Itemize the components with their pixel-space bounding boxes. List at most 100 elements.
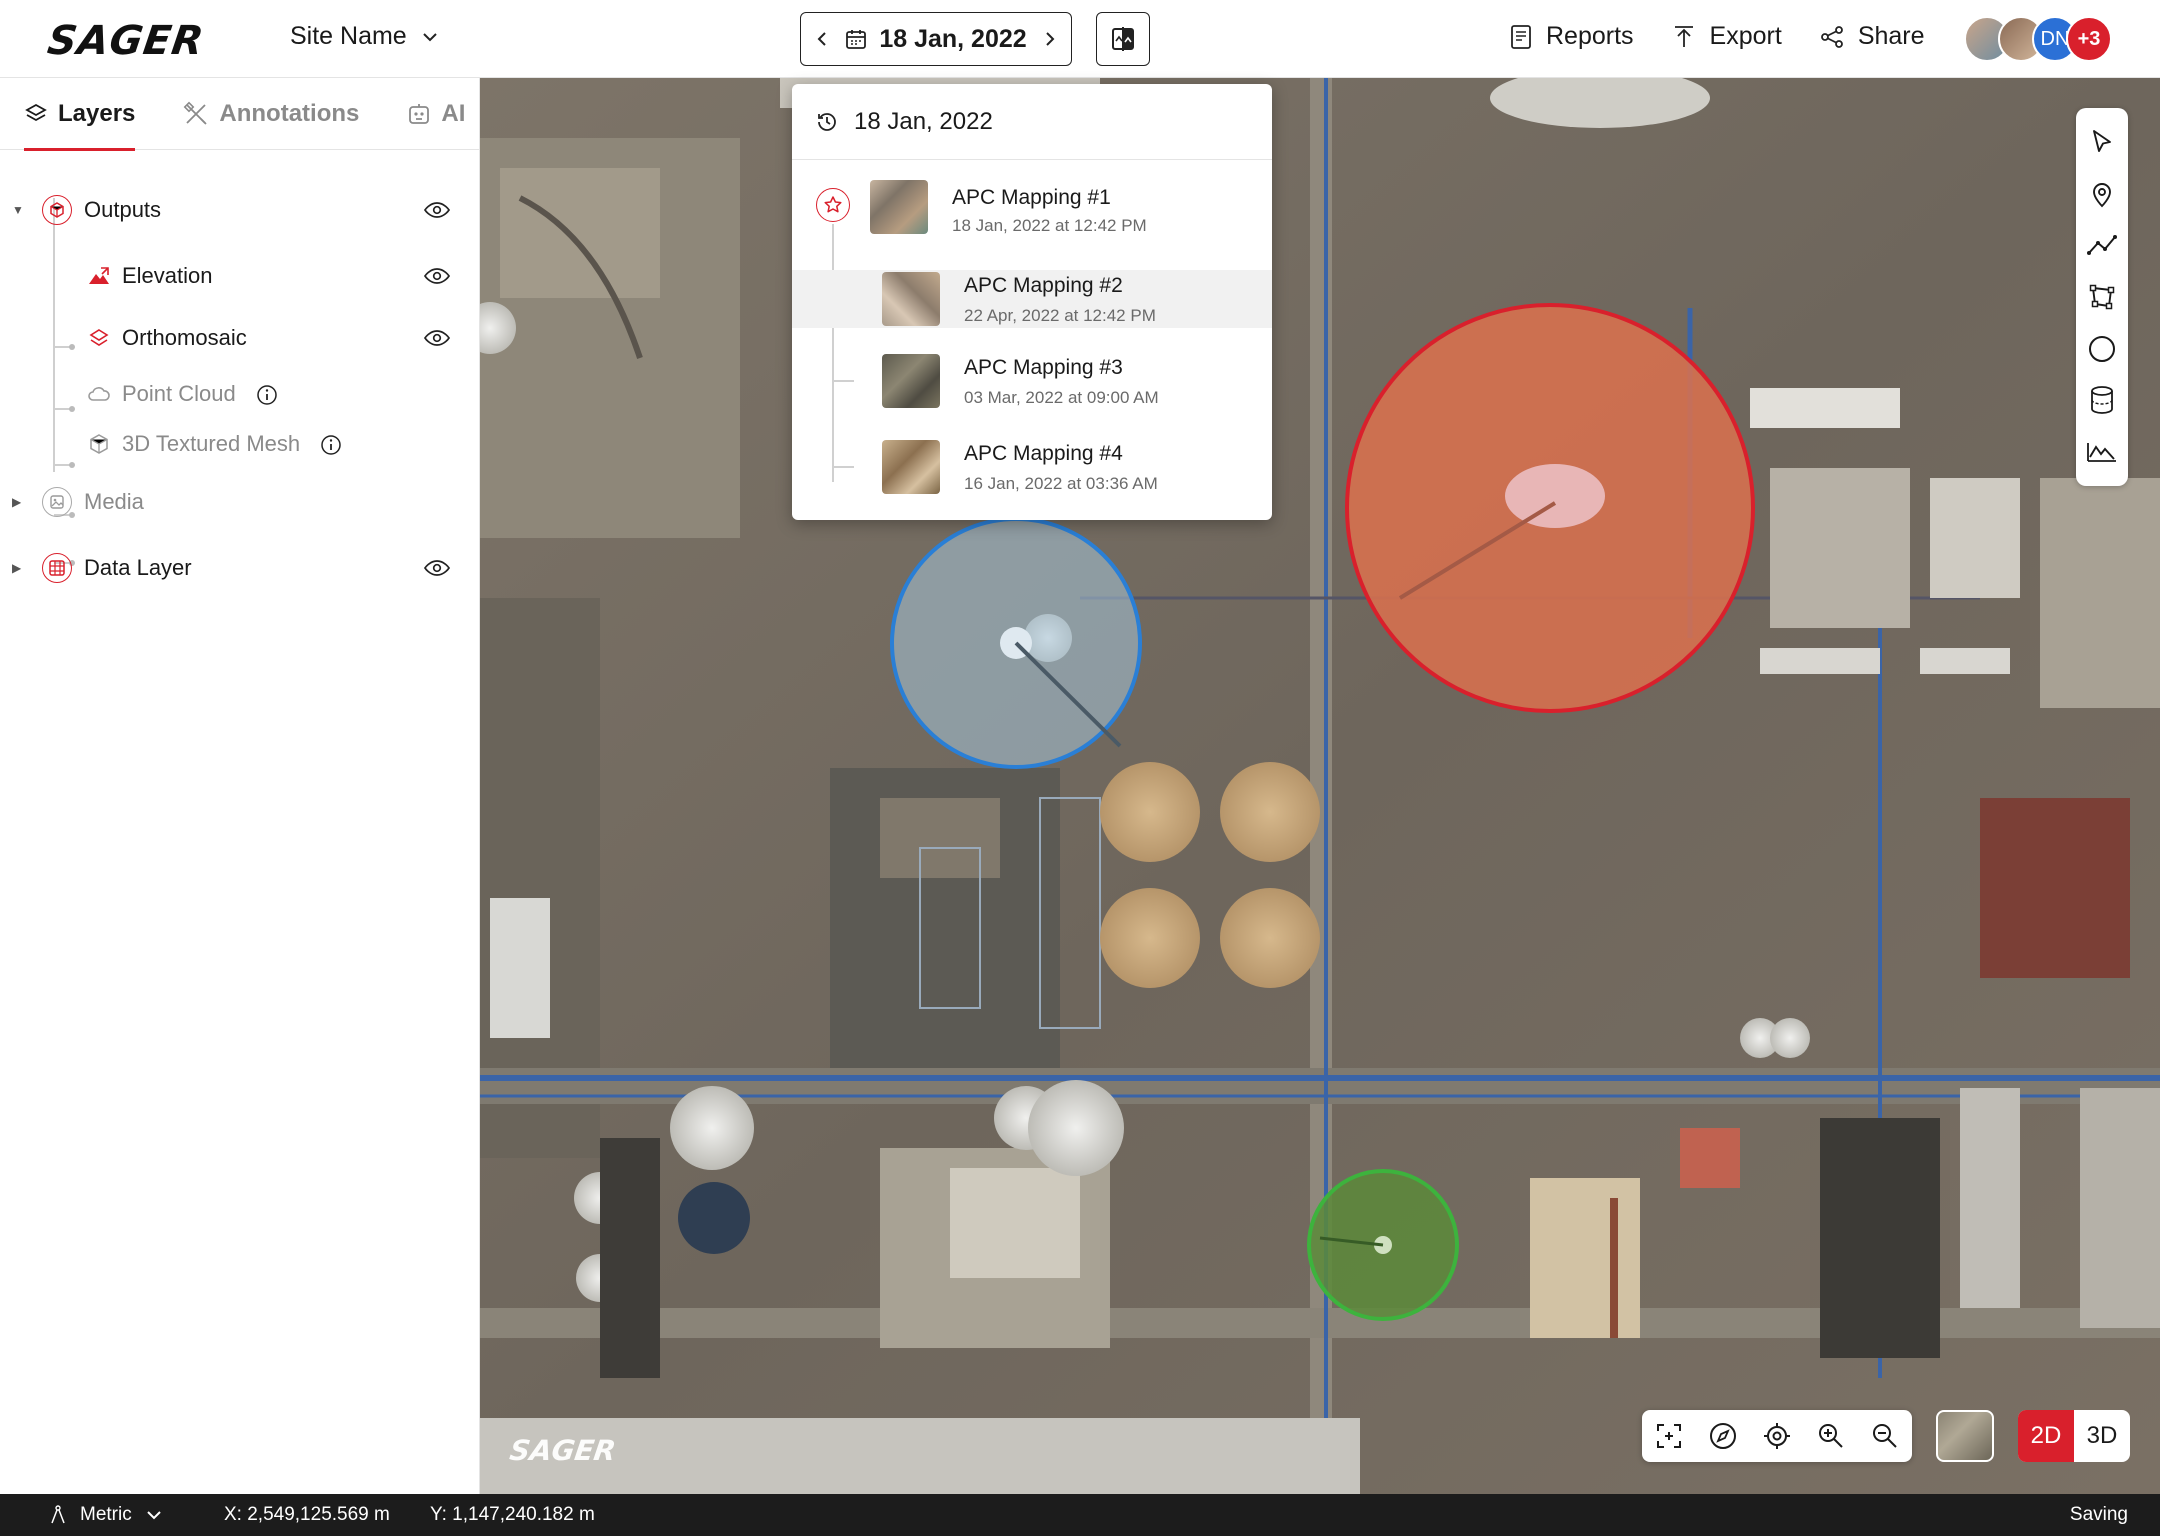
sager-logo[interactable]: SAGER	[45, 18, 207, 64]
eye-icon[interactable]	[424, 201, 450, 219]
annotations-icon	[184, 101, 208, 125]
mapping-item[interactable]: APC Mapping #1 18 Jan, 2022 at 12:42 PM	[792, 180, 1272, 238]
volume-tool[interactable]	[2084, 382, 2120, 418]
tab-annotations[interactable]: Annotations	[183, 78, 359, 150]
zoom-in-button[interactable]	[1813, 1418, 1849, 1454]
layer-point-cloud[interactable]: Point Cloud	[0, 372, 480, 416]
ai-icon	[409, 103, 430, 124]
point-cloud-icon	[86, 381, 112, 407]
mapping-title: APC Mapping #2	[964, 274, 1123, 297]
pin-icon	[2093, 182, 2111, 207]
annotation-circle-green[interactable]	[1307, 1169, 1459, 1321]
layer-label: Media	[84, 489, 144, 514]
mapping-title: APC Mapping #4	[964, 442, 1123, 465]
chevron-right-icon[interactable]	[1043, 30, 1057, 48]
view-2d-button[interactable]: 2D	[2018, 1410, 2074, 1462]
reports-button[interactable]: Reports	[1510, 22, 1634, 51]
layer-label: Outputs	[84, 197, 162, 222]
info-icon[interactable]	[256, 384, 278, 406]
mapping-title: APC Mapping #3	[964, 356, 1123, 379]
export-button[interactable]: Export	[1672, 22, 1782, 51]
mapping-item[interactable]: APC Mapping #3 03 Mar, 2022 at 09:00 AM	[792, 352, 1272, 410]
compare-button[interactable]	[1096, 12, 1150, 66]
compass-icon	[1710, 1423, 1736, 1449]
outputs-icon	[42, 195, 72, 225]
zoom-out-button[interactable]	[1867, 1418, 1903, 1454]
map-watermark-logo: SAGER	[507, 1434, 618, 1467]
top-bar: SAGER Site Name 18 Jan, 2022 Reports Exp…	[0, 0, 2160, 78]
annotation-circle-blue[interactable]	[890, 517, 1142, 769]
zoom-out-icon	[1873, 1424, 1897, 1448]
circle-tool[interactable]	[2084, 331, 2120, 367]
select-icon	[2093, 129, 2111, 152]
layer-group-data-layer[interactable]: ▶ Data Layer	[0, 546, 480, 590]
profile-tool[interactable]	[2084, 434, 2120, 470]
fit-extent-icon	[1657, 1424, 1681, 1448]
share-icon	[1820, 25, 1843, 48]
layer-textured-mesh[interactable]: 3D Textured Mesh	[0, 422, 480, 466]
tab-ai[interactable]: AI	[407, 78, 465, 150]
layer-orthomosaic[interactable]: Orthomosaic	[0, 316, 480, 360]
eye-icon[interactable]	[424, 329, 450, 347]
mapping-thumbnail	[882, 272, 940, 326]
mapping-date: 03 Mar, 2022 at 09:00 AM	[964, 388, 1159, 407]
sidebar-tabs: Layers Annotations AI	[0, 78, 479, 151]
ruler-compass-icon	[51, 1505, 65, 1524]
layer-group-outputs[interactable]: ▼ Outputs	[0, 188, 480, 232]
y-coordinate: Y: 1,147,240.182 m	[430, 1504, 595, 1525]
media-icon	[42, 487, 72, 517]
annotation-circle-red[interactable]	[1345, 303, 1755, 713]
chevron-left-icon[interactable]	[815, 30, 829, 48]
view-3d-button[interactable]: 3D	[2074, 1410, 2130, 1462]
layer-label: Point Cloud	[122, 381, 236, 406]
layer-label: Elevation	[122, 263, 213, 288]
layer-label: Orthomosaic	[122, 325, 247, 350]
locate-button[interactable]	[1759, 1418, 1795, 1454]
polygon-tool[interactable]	[2084, 279, 2120, 315]
tab-layers[interactable]: Layers	[24, 78, 136, 151]
dropdown-header: 18 Jan, 2022	[792, 84, 1272, 160]
layer-tree	[0, 150, 479, 565]
compare-icon	[1112, 27, 1134, 51]
view-mode-toggle: 2D 3D	[2018, 1410, 2130, 1462]
polyline-tool[interactable]	[2084, 227, 2120, 263]
info-icon[interactable]	[320, 434, 342, 456]
annotation-layer	[890, 303, 1755, 1321]
eye-icon[interactable]	[424, 267, 450, 285]
units-label: Metric	[80, 1504, 132, 1525]
elevation-icon	[86, 263, 112, 289]
volume-icon	[2091, 386, 2113, 415]
drawing-toolbar	[2076, 108, 2128, 486]
mapping-item[interactable]: APC Mapping #2 22 Apr, 2022 at 12:42 PM	[792, 270, 1272, 328]
pin-tool[interactable]	[2084, 176, 2120, 212]
zoom-in-icon	[1819, 1424, 1843, 1448]
layer-elevation[interactable]: Elevation	[0, 254, 480, 298]
chevron-down-icon	[423, 32, 437, 41]
dropdown-date: 18 Jan, 2022	[854, 107, 993, 135]
mapping-date: 22 Apr, 2022 at 12:42 PM	[964, 306, 1156, 325]
header-actions: Reports Export Share	[1510, 22, 1925, 51]
mapping-date: 16 Jan, 2022 at 03:36 AM	[964, 474, 1158, 493]
collaborator-avatars[interactable]: DN +3	[1964, 16, 2112, 62]
map-viewport[interactable]	[480, 78, 2160, 1494]
collapse-caret-icon[interactable]: ▶	[12, 561, 21, 575]
units-selector[interactable]: Metric	[50, 1504, 162, 1526]
profile-icon	[2087, 443, 2116, 462]
basemap-switcher[interactable]	[1936, 1410, 1994, 1462]
date-selector[interactable]: 18 Jan, 2022	[800, 12, 1072, 66]
collapse-caret-icon[interactable]: ▶	[12, 495, 21, 509]
layer-group-media[interactable]: ▶ Media	[0, 480, 480, 524]
compass-button[interactable]	[1705, 1418, 1741, 1454]
more-users-badge[interactable]: +3	[2066, 16, 2112, 62]
report-icon	[1511, 24, 1531, 49]
export-icon	[1674, 25, 1693, 47]
select-tool[interactable]	[2084, 124, 2120, 160]
orthomosaic-icon	[86, 325, 112, 351]
eye-icon[interactable]	[424, 559, 450, 577]
fit-extent-button[interactable]	[1651, 1418, 1687, 1454]
expand-caret-icon[interactable]: ▼	[12, 203, 24, 217]
mapping-title: APC Mapping #1	[952, 186, 1111, 209]
site-selector[interactable]: Site Name	[290, 22, 439, 51]
mapping-item[interactable]: APC Mapping #4 16 Jan, 2022 at 03:36 AM	[792, 438, 1272, 496]
share-button[interactable]: Share	[1820, 22, 1925, 51]
